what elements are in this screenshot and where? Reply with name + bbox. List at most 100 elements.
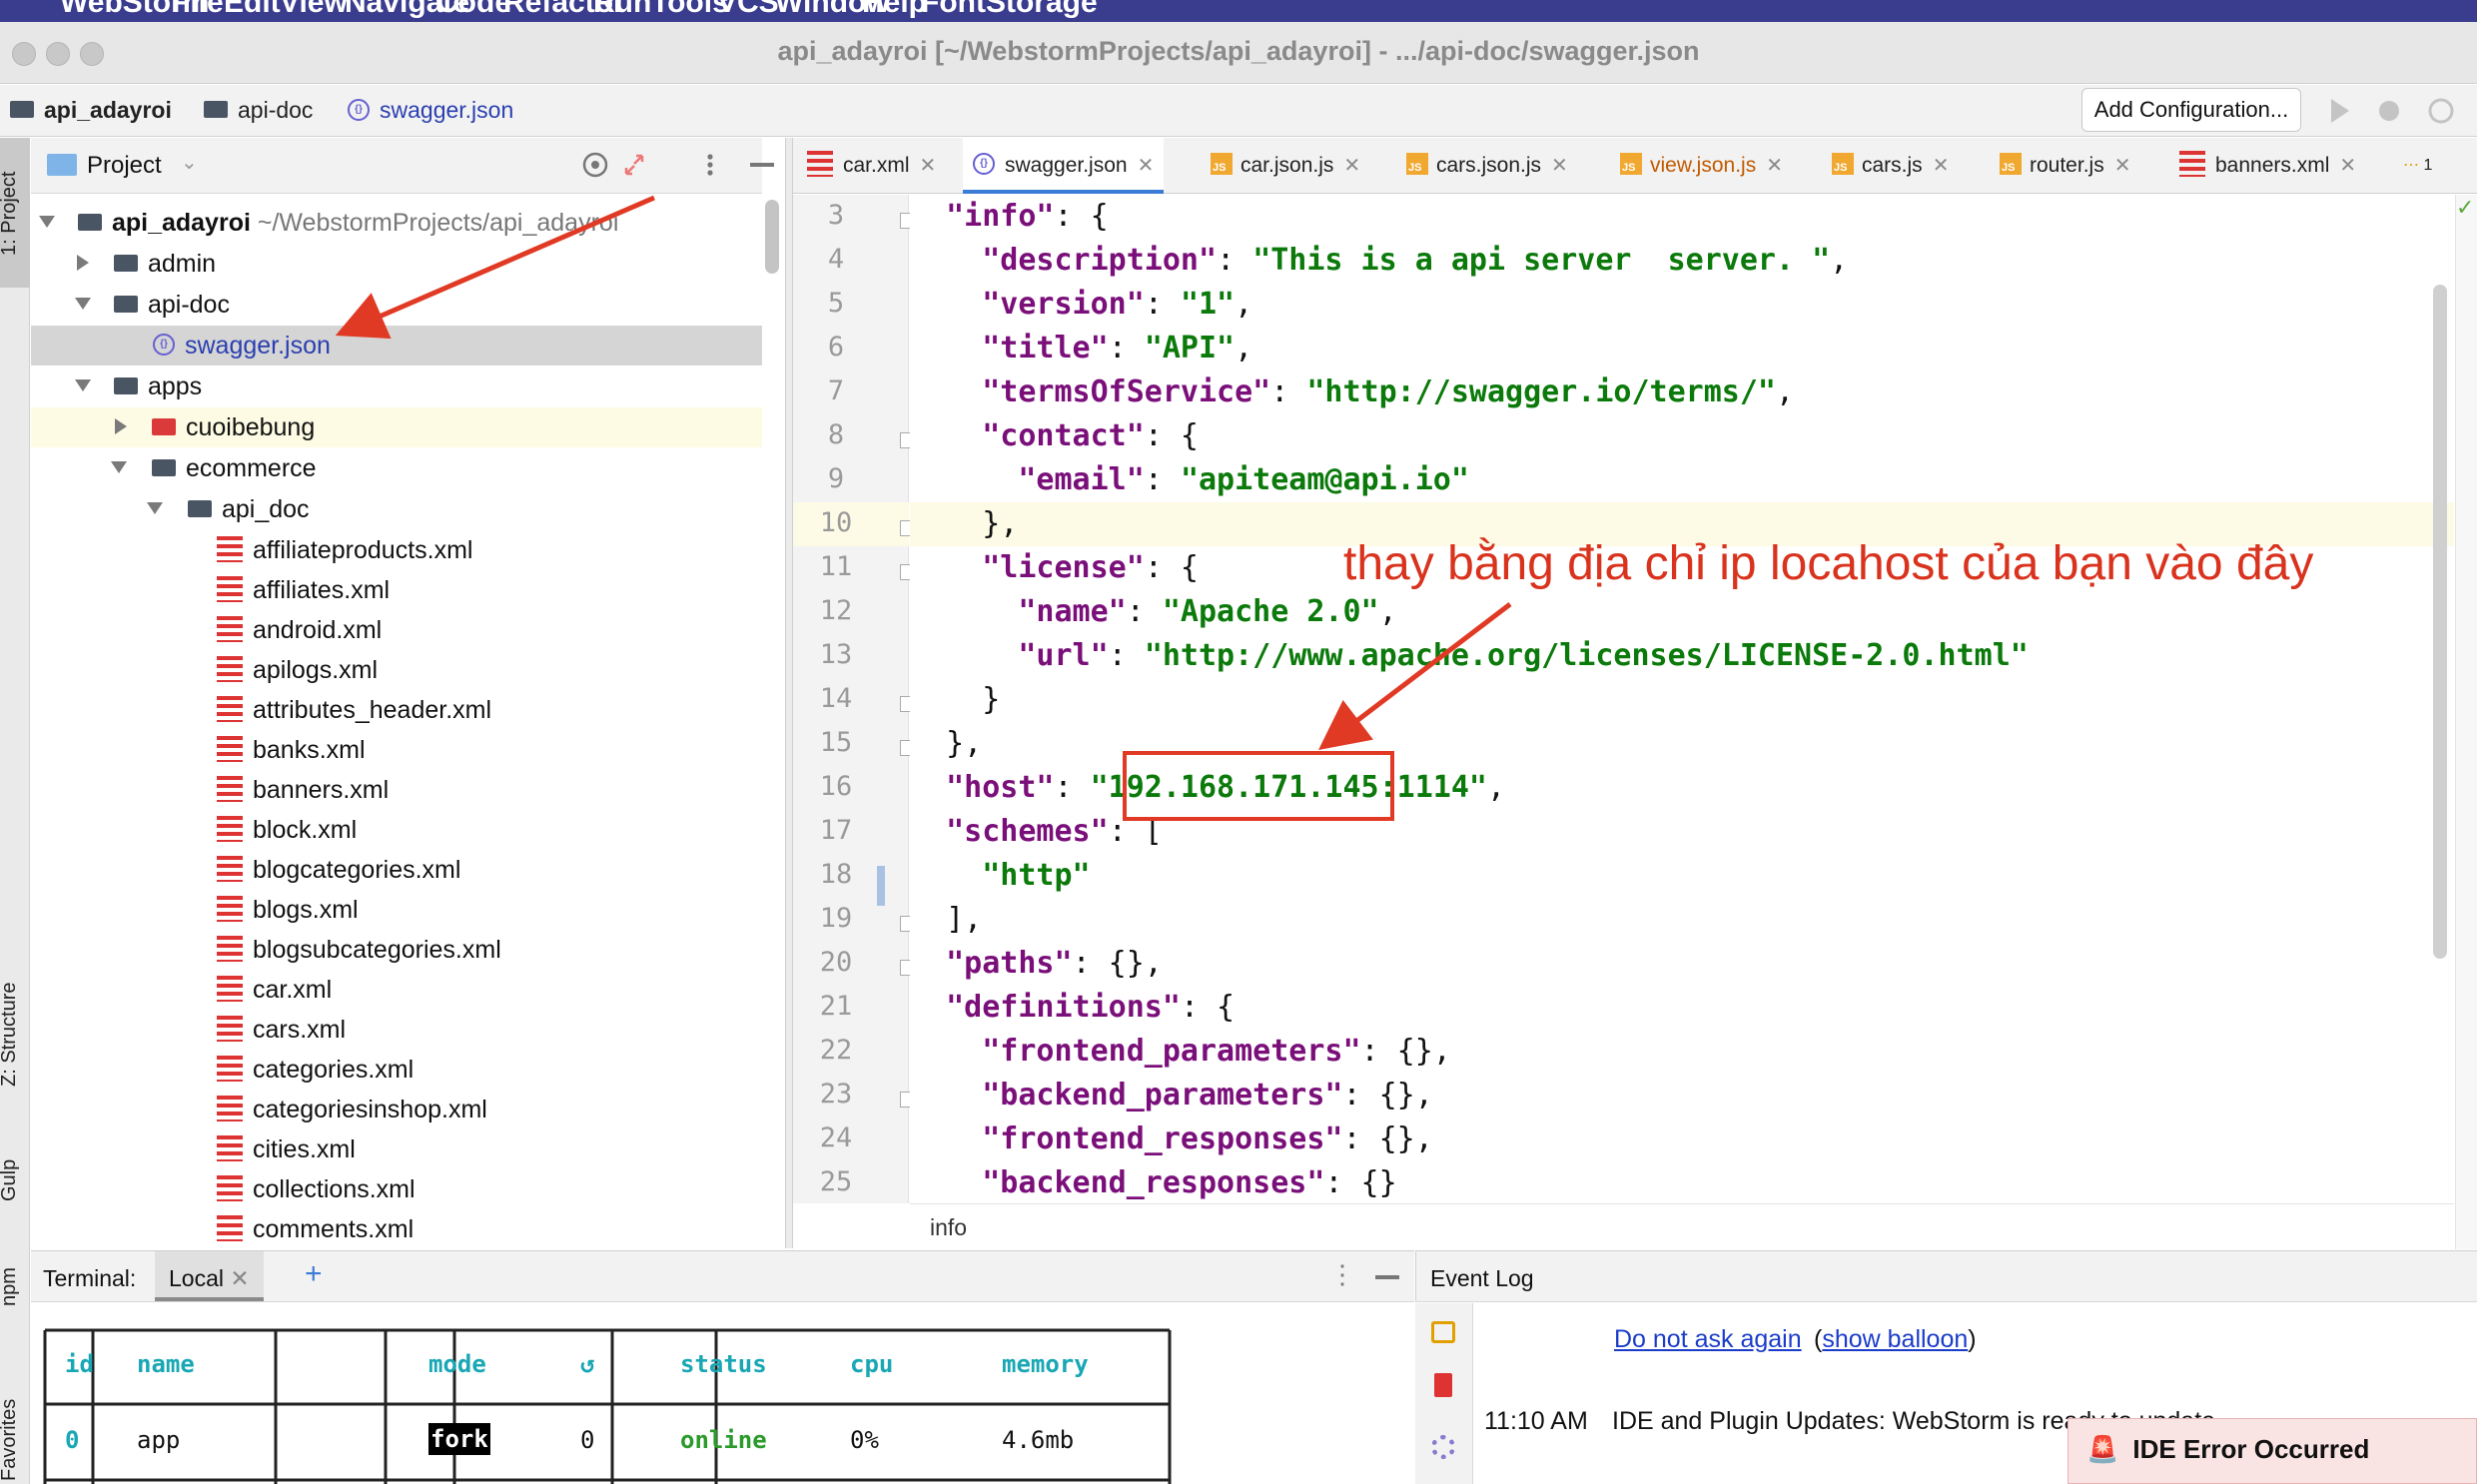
line-number: 8 xyxy=(827,419,845,450)
terminal-label: Terminal: xyxy=(43,1265,137,1291)
tree-item-file[interactable]: apilogs.xml xyxy=(31,650,762,690)
tab-car-xml[interactable]: car.xml ✕ xyxy=(807,138,936,194)
menu-run[interactable]: Run xyxy=(593,0,651,20)
tree-item-file[interactable]: affiliates.xml xyxy=(31,570,762,610)
tree-item-file[interactable]: blogs.xml xyxy=(31,890,762,930)
tree-item-api-doc[interactable]: api-doc xyxy=(31,285,762,325)
do-not-ask-again-link[interactable]: Do not ask again xyxy=(1614,1325,1802,1354)
hide-panel-icon[interactable] xyxy=(750,163,774,167)
close-icon[interactable]: ✕ xyxy=(1343,155,1360,177)
close-icon[interactable]: ✕ xyxy=(1138,155,1155,177)
menu-code[interactable]: Code xyxy=(436,0,511,20)
favorites-tool-tab[interactable]: Favorites xyxy=(0,1399,21,1481)
add-configuration-button[interactable]: Add Configuration... xyxy=(2081,88,2301,132)
close-icon[interactable]: ✕ xyxy=(1933,155,1950,177)
tree-item-ecommerce[interactable]: ecommerce xyxy=(31,448,762,488)
menu-fontstorage[interactable]: FontStorage xyxy=(921,0,1098,20)
tree-item-file[interactable]: affiliateproducts.xml xyxy=(31,530,762,570)
expand-icon[interactable] xyxy=(39,216,55,229)
menu-view[interactable]: View xyxy=(280,0,348,20)
ide-error-toast[interactable]: 🚨 IDE Error Occurred xyxy=(2067,1418,2477,1484)
tab-cars-json-js[interactable]: JS cars.json.js ✕ xyxy=(1406,138,1568,194)
npm-tool-tab[interactable]: npm xyxy=(0,1267,21,1306)
project-view-selector[interactable]: Project xyxy=(87,152,162,180)
tab-swagger-json[interactable]: {} swagger.json ✕ xyxy=(963,138,1165,194)
tree-item-file[interactable]: blogcategories.xml xyxy=(31,850,762,890)
mac-menubar: WebStorm File Edit View Navigate Code Re… xyxy=(0,0,2477,22)
editor-scrollbar[interactable] xyxy=(2433,285,2447,959)
editor-breadcrumb[interactable]: info xyxy=(910,1203,2454,1249)
tree-item-file[interactable]: collections.xml xyxy=(31,1169,762,1209)
breadcrumb-project[interactable]: api_adayroi xyxy=(10,97,172,124)
expand-icon[interactable] xyxy=(75,298,91,311)
tree-item-file[interactable]: cities.xml xyxy=(31,1129,762,1169)
structure-tool-tab[interactable]: Z: Structure xyxy=(0,983,21,1087)
close-icon[interactable]: ✕ xyxy=(2114,155,2131,177)
line-number: 10 xyxy=(819,507,853,538)
more-options-icon[interactable] xyxy=(707,154,713,160)
code-editor[interactable]: "info": { "description": "This is a api … xyxy=(910,195,2454,1203)
tree-item-file[interactable]: categories.xml xyxy=(31,1050,762,1090)
close-icon[interactable]: ✕ xyxy=(1551,155,1568,177)
chevron-down-icon[interactable]: ⌄ xyxy=(181,150,198,175)
tree-item-file[interactable]: blogsubcategories.xml xyxy=(31,930,762,970)
tree-item-file[interactable]: android.xml xyxy=(31,610,762,650)
tab-car-json-js[interactable]: JS car.json.js ✕ xyxy=(1211,138,1360,194)
tree-item-apps[interactable]: apps xyxy=(31,367,762,406)
terminal-tab-local[interactable]: Local ✕ xyxy=(155,1251,264,1301)
close-icon[interactable]: ✕ xyxy=(1766,155,1783,177)
breadcrumb-folder[interactable]: api-doc xyxy=(204,97,313,124)
mark-read-icon[interactable] xyxy=(1431,1321,1455,1343)
menu-file[interactable]: File xyxy=(172,0,224,20)
tree-item-file[interactable]: banks.xml xyxy=(31,730,762,770)
menu-help[interactable]: Help xyxy=(862,0,927,20)
panel-splitter[interactable] xyxy=(785,138,793,1248)
cell-restarts: 0 xyxy=(580,1426,595,1454)
tree-root[interactable]: api_adayroi ~/WebstormProjects/api_adayr… xyxy=(31,203,762,243)
tab-router-js[interactable]: JS router.js ✕ xyxy=(2000,138,2130,194)
collapse-icon[interactable] xyxy=(77,255,89,272)
menu-vcs[interactable]: VCS xyxy=(717,0,779,20)
tree-item-file[interactable]: banners.xml xyxy=(31,770,762,810)
settings-icon[interactable] xyxy=(1431,1435,1455,1459)
project-scrollbar[interactable] xyxy=(765,200,779,274)
close-icon[interactable]: ✕ xyxy=(230,1265,249,1291)
expand-icon[interactable] xyxy=(111,461,127,474)
more-options-icon[interactable]: ⋮ xyxy=(1329,1259,1355,1290)
breadcrumb-file[interactable]: {} swagger.json xyxy=(348,97,513,124)
event-log-paren: (show balloon) xyxy=(1814,1325,1977,1353)
terminal-output[interactable]: id name mode ↺ status cpu memory 0 app f… xyxy=(31,1303,1414,1484)
tree-item-file[interactable]: cars.xml xyxy=(31,1010,762,1050)
tree-item-cuoibebung[interactable]: cuoibebung xyxy=(31,407,762,447)
collapse-icon[interactable] xyxy=(115,418,127,435)
tree-item-file[interactable]: car.xml xyxy=(31,970,762,1010)
tree-item-file[interactable]: attributes_header.xml xyxy=(31,690,762,730)
tree-item-file[interactable]: categoriesinshop.xml xyxy=(31,1090,762,1129)
gulp-tool-tab[interactable]: Gulp xyxy=(0,1159,21,1201)
tree-item-api-doc-folder[interactable]: api_doc xyxy=(31,489,762,529)
menu-edit[interactable]: Edit xyxy=(224,0,281,20)
tree-item-file[interactable]: comments.xml xyxy=(31,1209,762,1248)
coverage-icon[interactable] xyxy=(2428,98,2454,124)
tab-view-json-js[interactable]: JS view.json.js ✕ xyxy=(1620,138,1783,194)
debug-icon[interactable] xyxy=(2379,101,2399,121)
new-terminal-button[interactable]: + xyxy=(305,1257,323,1291)
project-tool-tab[interactable]: 1: Project xyxy=(0,172,21,256)
collapse-all-icon[interactable] xyxy=(624,154,644,176)
tree-item-swagger-json[interactable]: {} swagger.json xyxy=(31,326,762,366)
tree-item-admin[interactable]: admin xyxy=(31,244,762,284)
close-icon[interactable]: ✕ xyxy=(2339,155,2356,177)
line-number: 24 xyxy=(819,1122,853,1153)
trash-icon[interactable] xyxy=(1434,1373,1452,1397)
tab-overflow-button[interactable]: ⋯ 1 xyxy=(2403,138,2432,194)
close-icon[interactable]: ✕ xyxy=(920,155,937,177)
code-line: "title": "API", xyxy=(982,331,1253,366)
tab-banners-xml[interactable]: banners.xml ✕ xyxy=(2179,138,2356,194)
expand-icon[interactable] xyxy=(147,502,163,515)
tree-item-file[interactable]: block.xml xyxy=(31,810,762,850)
show-balloon-link[interactable]: show balloon xyxy=(1822,1325,1968,1353)
run-icon[interactable] xyxy=(2331,99,2349,123)
tab-cars-js[interactable]: JS cars.js ✕ xyxy=(1832,138,1949,194)
expand-icon[interactable] xyxy=(75,379,91,392)
hide-panel-icon[interactable] xyxy=(1375,1275,1399,1279)
